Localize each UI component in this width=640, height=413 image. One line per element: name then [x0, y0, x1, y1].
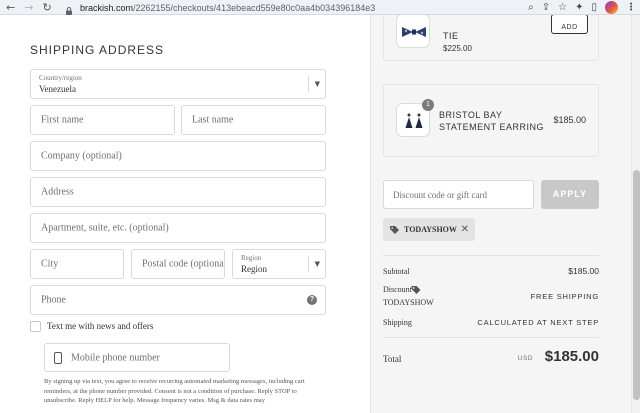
discount-label: Discount [383, 285, 412, 294]
chevron-down-icon: ▼ [314, 260, 320, 268]
subtotal-value: $185.00 [568, 266, 599, 276]
bowtie-thumbnail [396, 15, 430, 48]
postal-code-field[interactable]: Postal code (optional) [131, 249, 225, 279]
address-bar[interactable]: brackish.com/2262155/checkouts/413ebeacd… [64, 0, 494, 15]
total-value: $185.00 [544, 348, 599, 365]
first-name-field[interactable]: First name [30, 105, 175, 135]
tag-icon [390, 225, 399, 234]
region-select[interactable]: Region Region ▼ [232, 249, 326, 279]
last-name-placeholder: Last name [192, 114, 234, 126]
select-divider [308, 76, 309, 92]
country-select[interactable]: Country/region Venezuela ▼ [30, 69, 326, 99]
summary-divider [383, 255, 599, 256]
page-scrollbar[interactable] [631, 15, 640, 413]
discount-code-text: TODAYSHOW [383, 298, 434, 307]
address-field[interactable]: Address [30, 177, 326, 207]
first-name-placeholder: First name [41, 114, 84, 126]
browser-toolbar: ← → ↻ brackish.com/2262155/checkouts/413… [0, 0, 640, 15]
country-label: Country/region [39, 74, 82, 82]
cart-item-card: 1 BRISTOL BAY STATEMENT EARRING $185.00 [383, 84, 599, 157]
apartment-placeholder: Apartment, suite, etc. (optional) [41, 222, 169, 234]
shipping-form-panel: SHIPPING ADDRESS Country/region Venezuel… [0, 15, 370, 413]
cart-item-price: $225.00 [443, 44, 472, 53]
discount-code-input[interactable]: Discount code or gift card [383, 180, 534, 209]
quantity-badge: 1 [422, 99, 434, 111]
question-mark-icon[interactable]: ? [307, 295, 317, 305]
lock-icon [64, 3, 74, 15]
scrollbar-thumb[interactable] [633, 170, 640, 400]
postal-placeholder: Postal code (optional) [142, 258, 225, 270]
url-text: brackish.com/2262155/checkouts/413ebeacd… [80, 3, 375, 13]
zoom-icon[interactable]: ⌕ [528, 2, 534, 13]
city-placeholder: City [41, 258, 59, 270]
url-path: /2262155/checkouts/413ebeacd559e80c0aa4b… [133, 2, 376, 13]
extensions-puzzle-icon[interactable]: ✦ [575, 2, 583, 13]
subtotal-label: Subtotal [383, 267, 410, 276]
back-arrow-icon[interactable]: ← [6, 0, 15, 15]
shipping-label: Shipping [383, 318, 412, 327]
mobile-phone-icon [54, 351, 62, 364]
forward-arrow-icon[interactable]: → [24, 0, 33, 15]
tag-icon [411, 286, 421, 294]
phone-placeholder: Phone [41, 294, 66, 306]
address-placeholder: Address [41, 186, 74, 198]
discount-value: FREE SHIPPING [530, 292, 599, 301]
apartment-field[interactable]: Apartment, suite, etc. (optional) [30, 213, 326, 243]
order-summary-panel: TIE $225.00 ADD 1 BRISTOL BAY STATEMENT … [371, 15, 640, 413]
company-placeholder: Company (optional) [41, 150, 122, 162]
cart-item-name: TIE [443, 31, 459, 41]
menu-kebab-icon[interactable]: ⋮ [626, 2, 636, 13]
chevron-down-icon: ▼ [314, 80, 320, 88]
currency-code: USD [517, 355, 533, 362]
url-host: brackish.com [80, 2, 134, 13]
remove-discount-icon[interactable]: ✕ [461, 224, 469, 235]
share-icon[interactable]: ⇪ [542, 2, 550, 13]
cart-item-card: TIE $225.00 ADD [383, 15, 599, 61]
add-button[interactable]: ADD [551, 15, 588, 34]
shipping-title: SHIPPING ADDRESS [30, 43, 165, 57]
total-label: Total [383, 354, 402, 364]
applied-code-label: TODAYSHOW [404, 225, 457, 234]
city-field[interactable]: City [30, 249, 124, 279]
select-divider [308, 256, 309, 272]
bookmark-star-icon[interactable]: ☆ [558, 2, 567, 13]
mobile-phone-field[interactable]: Mobile phone number [44, 343, 230, 372]
apply-button[interactable]: APPLY [541, 180, 599, 209]
cart-item-price: $185.00 [553, 115, 586, 125]
country-value: Venezuela [39, 84, 76, 94]
company-field[interactable]: Company (optional) [30, 141, 326, 171]
earring-thumbnail: 1 [396, 99, 434, 137]
reload-icon[interactable]: ↻ [42, 0, 51, 15]
discount-placeholder: Discount code or gift card [393, 189, 487, 200]
shipping-value: CALCULATED AT NEXT STEP [477, 318, 599, 327]
mobile-placeholder: Mobile phone number [71, 352, 160, 363]
region-value: Region [241, 264, 267, 274]
profile-extension-icon[interactable] [605, 1, 618, 14]
cart-item-name-line1: BRISTOL BAY [439, 110, 503, 120]
summary-divider [383, 337, 599, 338]
last-name-field[interactable]: Last name [181, 105, 326, 135]
phone-field[interactable]: Phone ? [30, 285, 326, 315]
news-offers-label[interactable]: Text me with news and offers [47, 321, 153, 331]
region-label: Region [241, 254, 262, 262]
news-offers-checkbox[interactable] [30, 321, 41, 332]
applied-discount-chip: TODAYSHOW ✕ [383, 218, 475, 241]
cart-item-name-line2: STATEMENT EARRING [439, 122, 545, 132]
sidepanel-icon[interactable]: ▯ [591, 2, 597, 13]
sms-consent-text: By signing up via text, you agree to rec… [44, 378, 305, 404]
